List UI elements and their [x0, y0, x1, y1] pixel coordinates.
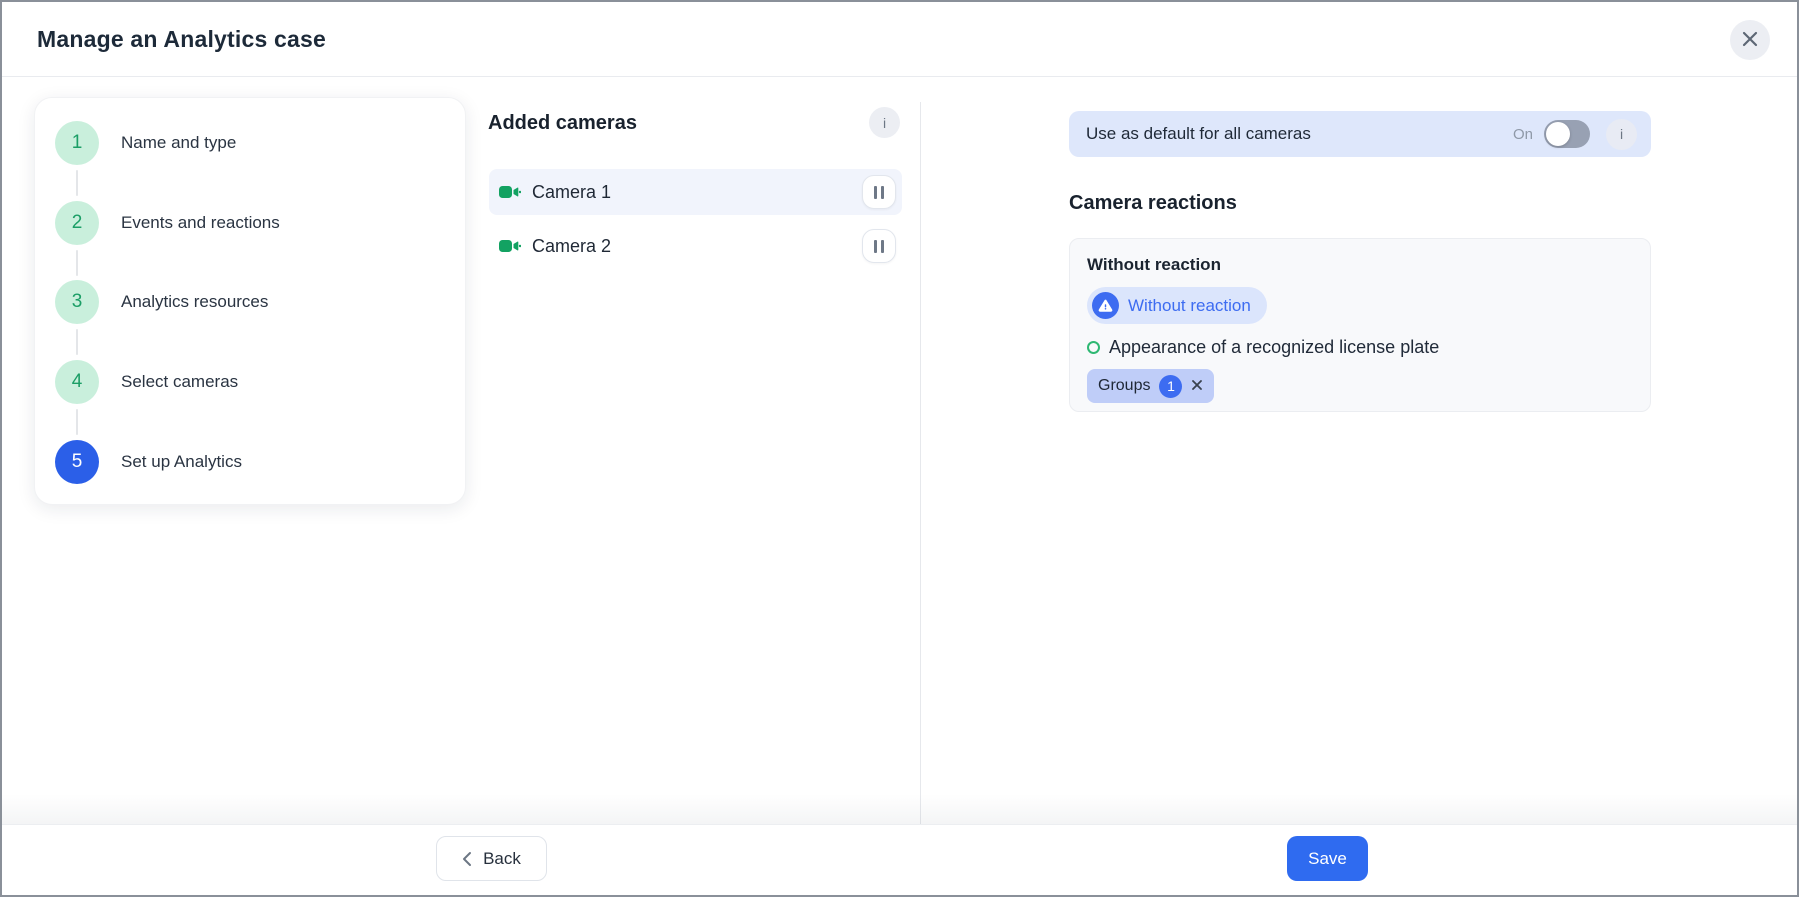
step-select-cameras[interactable]: 4 Select cameras — [35, 360, 465, 404]
camera-icon — [499, 238, 521, 254]
step-label: Events and reactions — [121, 213, 280, 233]
step-analytics-resources[interactable]: 3 Analytics resources — [35, 280, 465, 324]
step-number-badge: 3 — [55, 280, 99, 324]
info-icon: i — [1620, 126, 1623, 142]
step-connector — [76, 250, 78, 276]
info-icon: i — [883, 115, 886, 131]
reaction-card-title: Without reaction — [1087, 255, 1633, 275]
manage-analytics-case-dialog: Manage an Analytics case 1 Name and type… — [0, 0, 1799, 897]
camera-row-1[interactable]: Camera 1 — [489, 169, 902, 215]
dialog-footer: Back Save — [2, 824, 1797, 895]
event-status-icon — [1087, 341, 1100, 354]
back-button-label: Back — [483, 849, 521, 869]
back-button[interactable]: Back — [436, 836, 547, 881]
remove-icon — [1191, 379, 1203, 394]
use-as-default-bar: Use as default for all cameras On i — [1069, 111, 1651, 157]
step-label: Analytics resources — [121, 292, 268, 312]
default-toggle-info-button[interactable]: i — [1606, 119, 1637, 150]
toggle-state-label: On — [1513, 126, 1533, 143]
groups-chip-label: Groups — [1098, 377, 1150, 395]
step-label: Set up Analytics — [121, 452, 242, 472]
pause-icon — [874, 240, 877, 253]
without-reaction-card: Without reaction Without reaction Appear… — [1069, 238, 1651, 412]
content-bottom-shadow — [2, 794, 1797, 824]
step-connector — [76, 170, 78, 196]
toggle-knob — [1546, 122, 1570, 146]
pause-icon — [874, 186, 877, 199]
camera-pause-button[interactable] — [862, 175, 896, 209]
use-as-default-label: Use as default for all cameras — [1086, 124, 1513, 144]
camera-icon — [499, 184, 521, 200]
step-events-and-reactions[interactable]: 2 Events and reactions — [35, 201, 465, 245]
step-number-badge: 2 — [55, 201, 99, 245]
step-name-and-type[interactable]: 1 Name and type — [35, 121, 465, 165]
camera-reactions-title: Camera reactions — [1069, 192, 1237, 215]
step-label: Select cameras — [121, 372, 238, 392]
camera-label: Camera 2 — [532, 236, 851, 257]
step-number-badge: 5 — [55, 440, 99, 484]
without-reaction-chip[interactable]: Without reaction — [1087, 287, 1267, 324]
camera-label: Camera 1 — [532, 182, 851, 203]
step-set-up-analytics[interactable]: 5 Set up Analytics — [35, 440, 465, 484]
groups-chip[interactable]: Groups 1 — [1087, 369, 1214, 403]
camera-pause-button[interactable] — [862, 229, 896, 263]
added-cameras-info-button[interactable]: i — [869, 107, 900, 138]
event-row: Appearance of a recognized license plate — [1087, 337, 1633, 358]
dialog-title: Manage an Analytics case — [37, 26, 326, 53]
alert-icon — [1092, 292, 1119, 319]
step-label: Name and type — [121, 133, 236, 153]
save-button[interactable]: Save — [1287, 836, 1368, 881]
step-connector — [76, 329, 78, 355]
use-as-default-toggle[interactable] — [1544, 120, 1590, 148]
added-cameras-title: Added cameras — [488, 112, 637, 135]
groups-remove-button[interactable] — [1191, 379, 1203, 394]
wizard-stepper: 1 Name and type 2 Events and reactions 3… — [34, 97, 466, 505]
step-number-badge: 1 — [55, 121, 99, 165]
groups-count-badge: 1 — [1159, 375, 1182, 398]
panel-divider — [920, 102, 921, 824]
step-connector — [76, 409, 78, 435]
event-label: Appearance of a recognized license plate — [1109, 337, 1439, 358]
close-icon — [1741, 30, 1759, 51]
reaction-chip-label: Without reaction — [1128, 296, 1251, 316]
step-number-badge: 4 — [55, 360, 99, 404]
close-button[interactable] — [1730, 20, 1770, 60]
camera-row-2[interactable]: Camera 2 — [489, 223, 902, 269]
dialog-header: Manage an Analytics case — [2, 2, 1797, 77]
chevron-left-icon — [462, 851, 472, 867]
